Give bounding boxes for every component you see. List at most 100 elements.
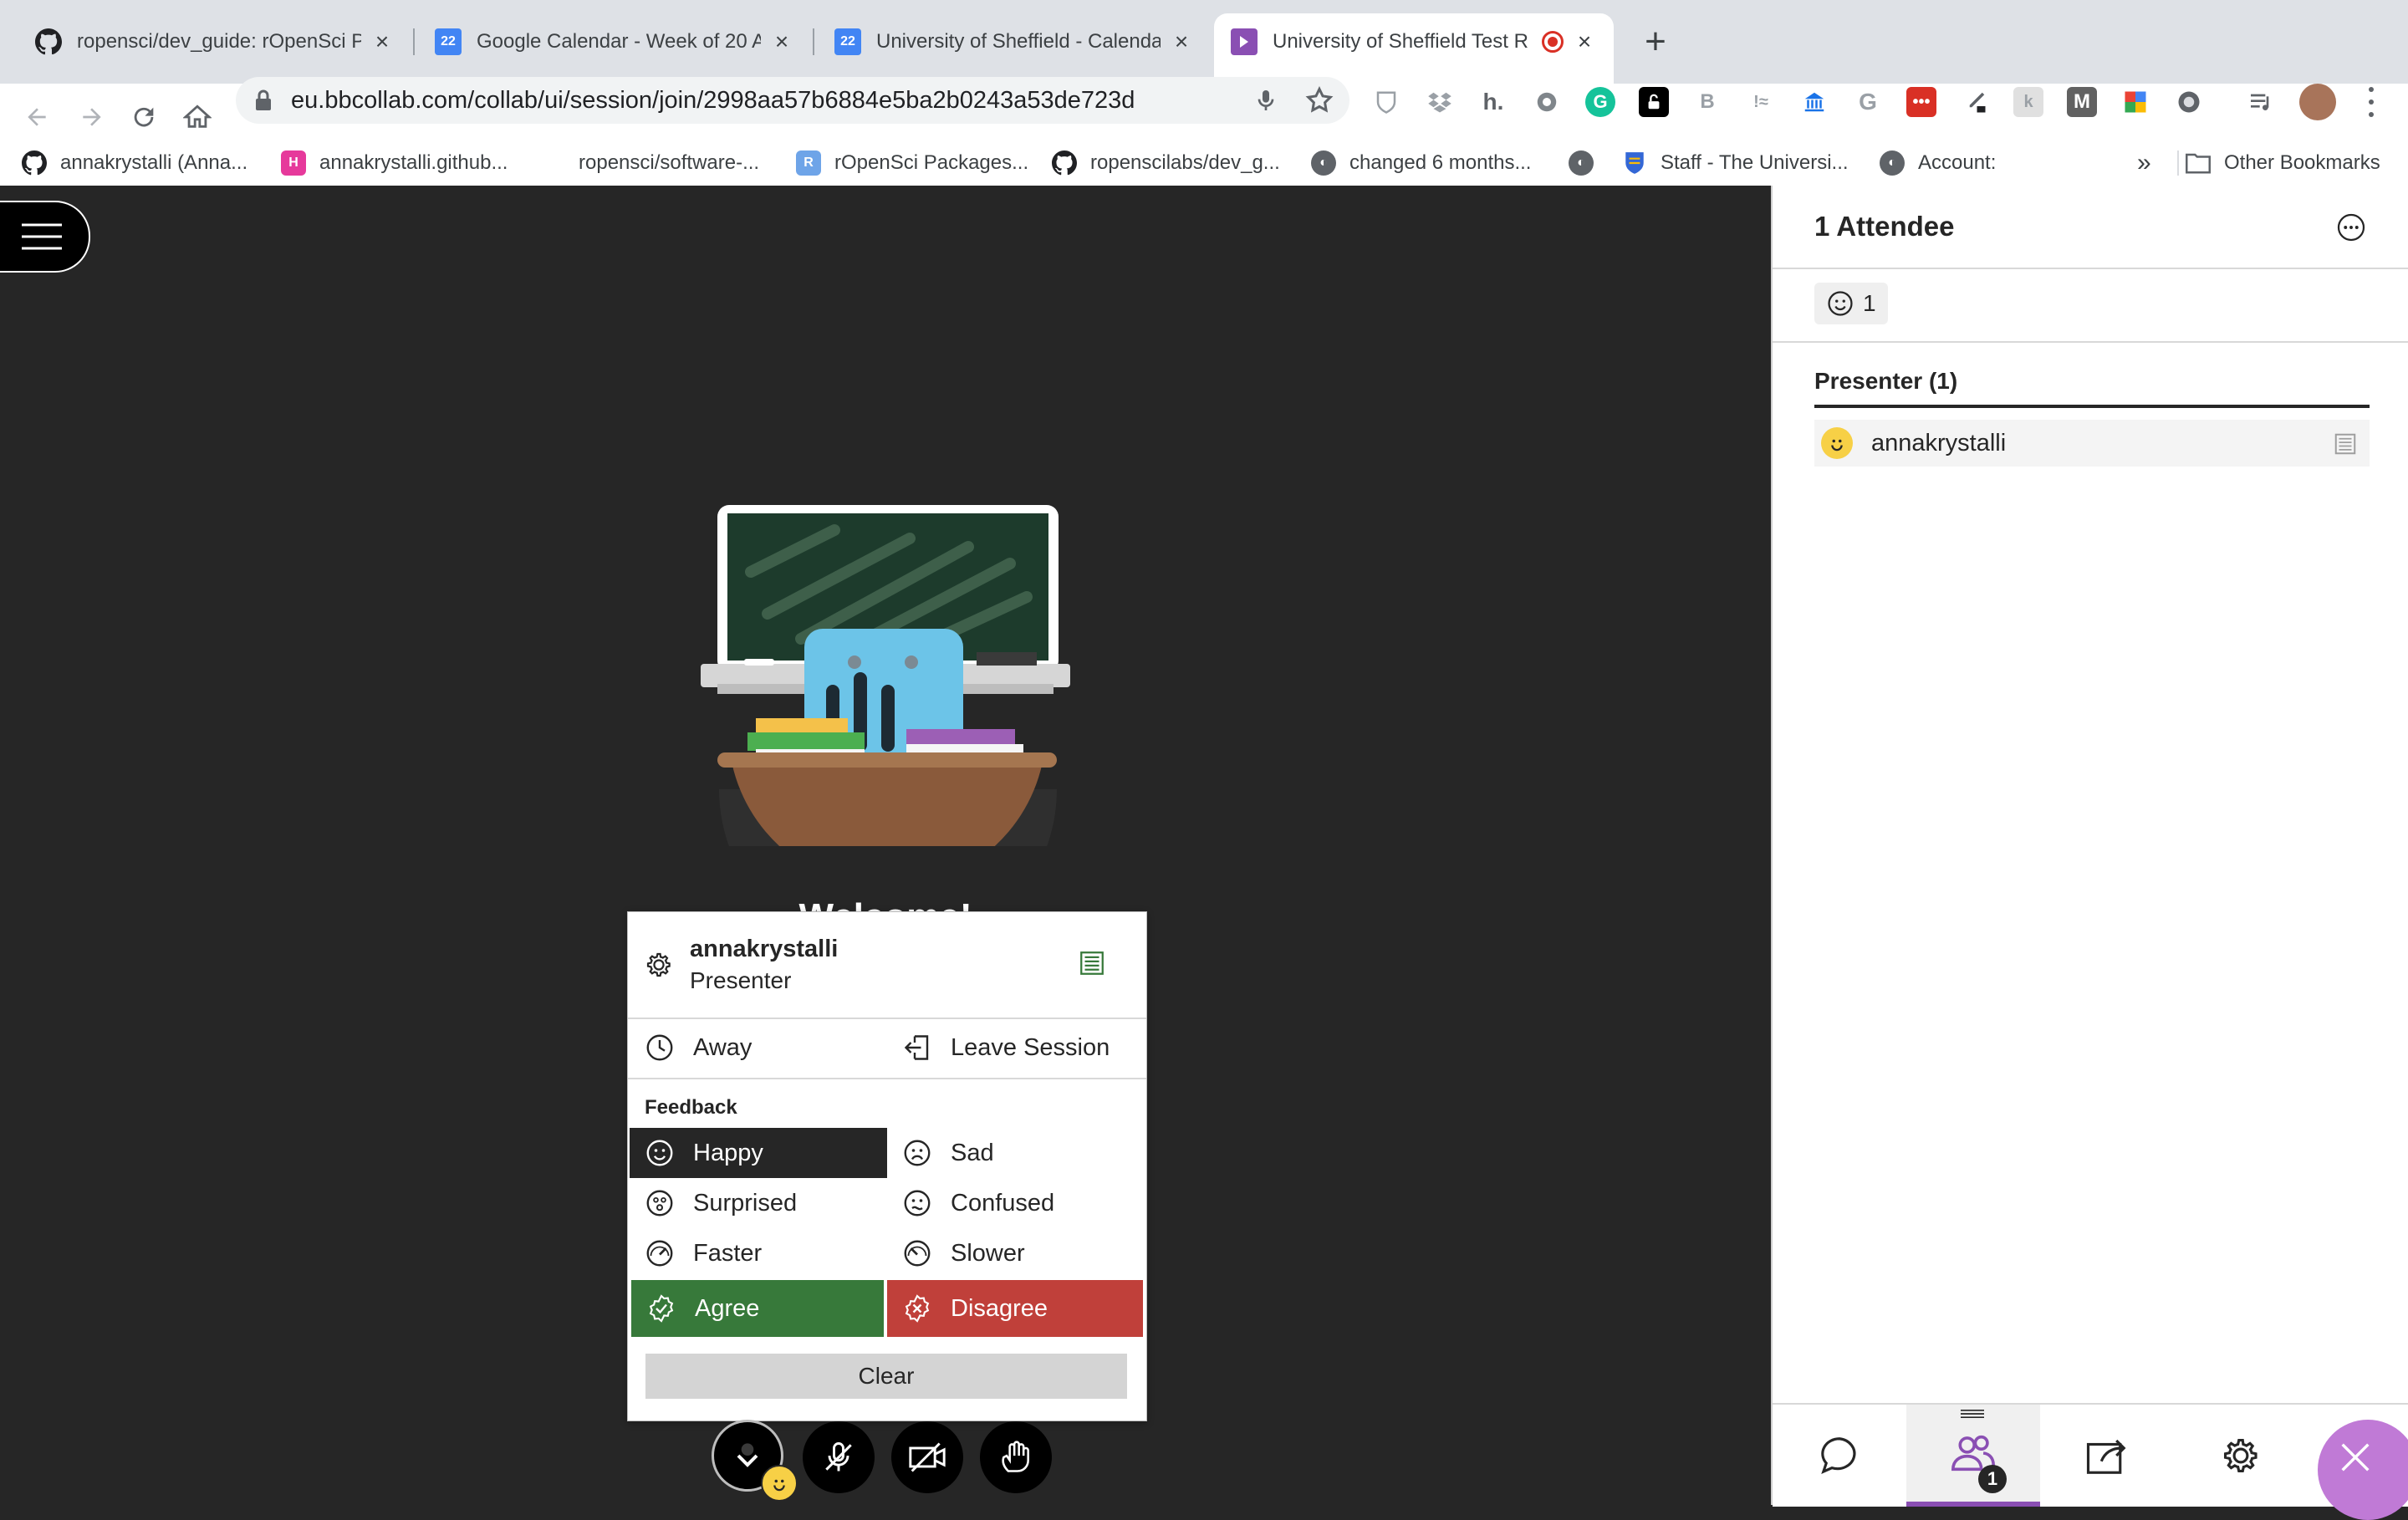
github-icon <box>35 28 62 55</box>
reading-list-icon[interactable] <box>2246 87 2276 117</box>
more-options-icon[interactable] <box>2336 212 2366 242</box>
close-icon[interactable]: × <box>370 28 395 54</box>
bookmark-changed-6-months[interactable]: ◐ changed 6 months... <box>1311 140 1531 186</box>
url-text[interactable]: eu.bbcollab.com/collab/ui/session/join/2… <box>291 87 1135 114</box>
feedback-surprised-button[interactable]: Surprised <box>630 1178 885 1228</box>
bookmark-annakrystalli[interactable]: annakrystalli (Anna... <box>22 140 247 186</box>
session-menu-button[interactable] <box>0 201 90 273</box>
hypothesis-icon[interactable]: h. <box>1478 87 1508 117</box>
bookmark-ropensci-packages[interactable]: R rOpenSci Packages... <box>796 140 1028 186</box>
shield-icon <box>1622 150 1647 176</box>
star-icon[interactable] <box>1304 85 1334 115</box>
feedback-sad-button[interactable]: Sad <box>887 1128 1143 1178</box>
globe-icon: ◐ <box>1569 150 1594 176</box>
institution-icon[interactable] <box>1799 87 1829 117</box>
reload-button[interactable] <box>124 97 164 137</box>
grammarly-letter: G <box>1593 91 1608 112</box>
arrow-right-icon <box>83 108 101 126</box>
tab-sheffield-test-session[interactable]: University of Sheffield Test R × <box>1214 13 1614 84</box>
agree-badge-icon <box>649 1294 674 1323</box>
profile-avatar[interactable] <box>2299 84 2336 120</box>
attendee-options-icon[interactable] <box>2333 431 2358 457</box>
divider <box>628 1078 1146 1079</box>
bookmark-ropenscilabs-dev-guide[interactable]: ropenscilabs/dev_g... <box>1052 140 1280 186</box>
close-icon <box>2341 1443 2370 1472</box>
cog-extension-icon[interactable] <box>1532 87 1562 117</box>
bookmarks-bar: annakrystalli (Anna... H annakrystalli.g… <box>0 140 2408 187</box>
bookmark-globe[interactable]: ◐ <box>1569 140 1607 186</box>
bibtex-icon[interactable]: B <box>1692 87 1722 117</box>
feedback-faster-button[interactable]: Faster <box>630 1228 885 1278</box>
forward-button[interactable] <box>72 97 112 137</box>
circle-extension-icon[interactable] <box>2174 87 2204 117</box>
home-button[interactable] <box>177 97 217 137</box>
colorful-extension-icon[interactable] <box>2120 87 2150 117</box>
gear-icon[interactable] <box>643 949 675 981</box>
bookmarks-overflow-button[interactable]: » <box>2137 140 2151 186</box>
feedback-agree-button[interactable]: Agree <box>631 1280 884 1337</box>
tab-settings[interactable] <box>2174 1405 2308 1507</box>
presenter-section-heading[interactable]: Presenter (1) <box>1814 368 1957 395</box>
bookmark-label: rOpenSci Packages... <box>834 151 1029 174</box>
calendar-badge: 22 <box>840 34 855 48</box>
shield-extension-icon[interactable] <box>1371 87 1401 117</box>
tab-title: University of Sheffield Test R <box>1273 30 1528 53</box>
chevron-down-icon <box>737 1443 758 1467</box>
mendeley-icon[interactable]: M <box>2067 87 2097 117</box>
notes-icon[interactable] <box>1078 949 1106 977</box>
leave-session-label: Leave Session <box>951 1033 1110 1061</box>
attendee-row[interactable]: annakrystalli <box>1814 420 2370 467</box>
feedback-slower-button[interactable]: Slower <box>887 1228 1143 1278</box>
leave-session-button[interactable]: Leave Session <box>887 1023 1143 1073</box>
tab-google-calendar[interactable]: 22 Google Calendar - Week of 20 A × <box>418 13 811 70</box>
tab-ropensci-dev-guide[interactable]: ropensci/dev_guide: rOpenSci Pa × <box>18 13 411 70</box>
close-icon[interactable]: × <box>1572 28 1597 54</box>
tab-attendees[interactable]: 1 <box>1906 1405 2040 1507</box>
close-icon[interactable]: × <box>1169 28 1194 54</box>
home-icon <box>183 105 212 128</box>
speedometer-slow-icon <box>904 1240 931 1267</box>
camera-toggle-button[interactable] <box>891 1421 963 1493</box>
eyedropper-icon[interactable] <box>1960 87 1990 117</box>
close-panel-button[interactable] <box>2318 1420 2408 1520</box>
google-extension-icon[interactable]: G <box>1853 87 1883 117</box>
bookmark-ropensci-software[interactable]: ropensci/software-... <box>579 140 759 186</box>
feedback-disagree-button[interactable]: Disagree <box>887 1280 1143 1337</box>
lastpass-icon[interactable]: ••• <box>1906 87 1936 117</box>
bookmark-staff-university[interactable]: Staff - The Universi... <box>1622 140 1849 186</box>
scholar-extension-icon[interactable]: !≈ <box>1746 87 1776 117</box>
close-icon[interactable]: × <box>769 28 794 54</box>
happy-status-badge-icon <box>761 1465 798 1502</box>
calendar-badge: 22 <box>441 34 456 48</box>
away-button[interactable]: Away <box>630 1023 885 1073</box>
feedback-confused-button[interactable]: Confused <box>887 1178 1143 1228</box>
attendees-title: 1 Attendee <box>1814 211 1955 242</box>
browser-menu-icon[interactable] <box>2361 84 2381 120</box>
clear-feedback-button[interactable]: Clear <box>645 1354 1127 1399</box>
lock-extension-icon[interactable] <box>1639 87 1669 117</box>
kudo-extension-icon[interactable]: k <box>2013 87 2043 117</box>
github-icon <box>1052 150 1077 176</box>
grip-icon <box>1961 1409 1984 1419</box>
tab-sheffield-calendar[interactable]: 22 University of Sheffield - Calenda × <box>818 13 1211 70</box>
grammarly-icon[interactable]: G <box>1585 87 1615 117</box>
microphone-icon[interactable] <box>1252 87 1279 114</box>
bookmark-account[interactable]: ◐ Account: <box>1880 140 1996 186</box>
happy-face-icon <box>646 1140 673 1166</box>
new-tab-button[interactable]: + <box>1637 23 1674 60</box>
tab-separator <box>813 28 814 55</box>
microphone-toggle-button[interactable] <box>803 1421 875 1493</box>
tab-share-content[interactable] <box>2040 1405 2174 1507</box>
globe-icon: ◐ <box>1880 150 1905 176</box>
raise-hand-button[interactable] <box>980 1421 1052 1493</box>
tab-chat[interactable] <box>1773 1405 1906 1507</box>
happy-status-count[interactable]: 1 <box>1814 283 1888 324</box>
arrow-left-icon <box>28 108 46 126</box>
dropbox-icon[interactable] <box>1425 87 1455 117</box>
reload-icon <box>134 107 154 127</box>
other-bookmarks-folder[interactable]: Other Bookmarks <box>2186 140 2380 186</box>
attendees-panel: 1 Attendee 1 Presenter (1) annakrystalli… <box>1771 186 2408 1507</box>
feedback-happy-button[interactable]: Happy <box>630 1128 887 1178</box>
bookmark-annakrystalli-github-io[interactable]: H annakrystalli.github... <box>281 140 508 186</box>
back-button[interactable] <box>17 97 57 137</box>
